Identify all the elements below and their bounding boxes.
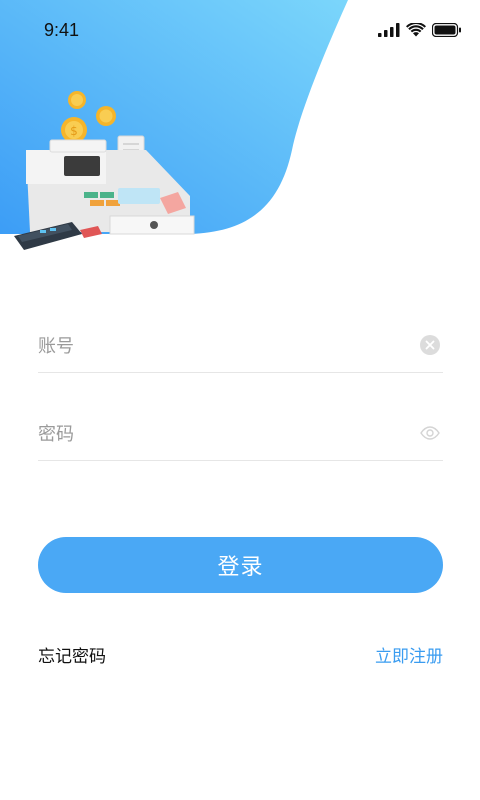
- cellular-signal-icon: [378, 23, 400, 37]
- cash-register-illustration: $: [14, 91, 195, 250]
- password-field: [38, 410, 443, 461]
- battery-icon: [432, 23, 461, 37]
- login-button[interactable]: 登录: [38, 537, 443, 593]
- password-input[interactable]: [38, 418, 398, 450]
- forgot-password-link[interactable]: 忘记密码: [38, 642, 106, 667]
- register-link[interactable]: 立即注册: [375, 642, 443, 667]
- wifi-icon: [406, 23, 426, 37]
- svg-text:$: $: [70, 124, 78, 138]
- status-time: 9:41: [44, 20, 80, 40]
- account-input[interactable]: [38, 330, 398, 362]
- login-screen: 9:41 $ 账号 登录 忘记密码 立即注册: [0, 0, 480, 800]
- eye-icon[interactable]: [419, 422, 441, 444]
- status-bar: 9:41: [0, 0, 480, 60]
- account-field: [38, 322, 443, 373]
- clear-icon[interactable]: [419, 334, 441, 356]
- status-icons: [378, 20, 462, 40]
